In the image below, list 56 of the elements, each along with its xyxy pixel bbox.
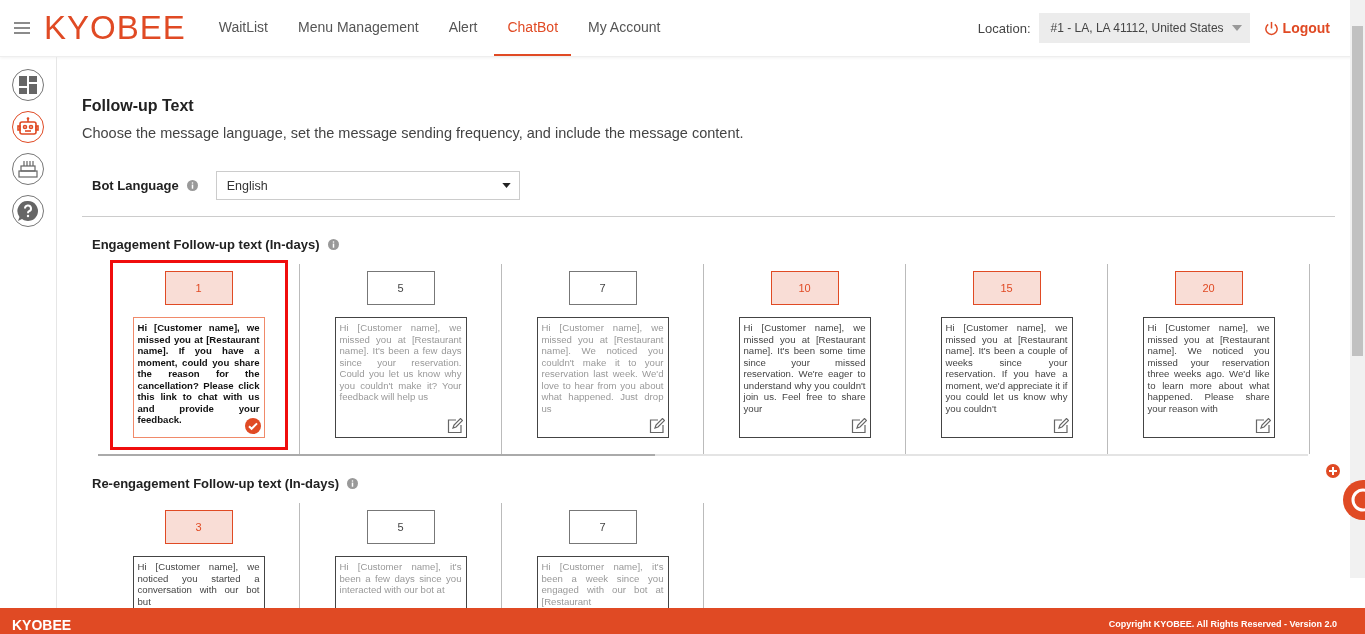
edit-icon[interactable]: [850, 418, 867, 434]
edit-icon[interactable]: [1052, 418, 1069, 434]
nav-tab[interactable]: My Account: [575, 0, 674, 56]
nav-tab[interactable]: ChatBot: [494, 0, 572, 56]
edit-icon[interactable]: [648, 418, 665, 434]
nav-tab[interactable]: Alert: [435, 0, 491, 56]
page-description: Choose the message language, set the message sending frequency, and include the message content.: [82, 125, 745, 141]
message-text: Hi [Customer name], we missed you at [Restaurant name]. We noticed you couldn't make it to your reservation last week. We'd love to hear from you about what happened. Just drop us: [541, 322, 664, 414]
footer-brand: KYOBEE: [12, 616, 72, 633]
day-button[interactable]: 7: [568, 510, 637, 544]
message-text: Hi [Customer name], we missed you at [Restaurant name]. It's been a couple of weeks since your reservation. If you have a moment, we'd appreciate it if you could let us know why you couldn't: [945, 322, 1068, 414]
message-text: Hi [Customer name], we missed you at [Restaurant name]. If you have a moment, could you share the reason for the cancellation? Please click this link to chat with us and provide your feedback.: [137, 322, 260, 426]
sidebar-button[interactable]: [12, 153, 44, 185]
edit-icon[interactable]: [446, 418, 463, 434]
menu-icon[interactable]: [14, 22, 30, 34]
message-text: Hi [Customer name], we missed you at [Restaurant name]. We noticed you missed your reservation three weeks ago. We'd like to learn more about what happened. Please share your reason with: [1147, 322, 1270, 414]
day-button[interactable]: 7: [568, 271, 637, 305]
sidebar-button[interactable]: [12, 111, 44, 143]
day-button[interactable]: 5: [366, 510, 435, 544]
page-title: Follow-up Text: [82, 97, 195, 115]
location-select[interactable]: #1 - LA, LA 41112, United States: [1038, 13, 1250, 43]
message-text: Hi [Customer name], we missed you at [Restaurant name]. It's been a few days since your reservation. Could you let us know why you couldn't make it? Your feedback will help us: [339, 322, 462, 403]
message-box[interactable]: Hi [Customer name], we missed you at [Restaurant name]. If you have a moment, could you share the reason for the cancellation? Please click this link to chat with us and provide your feedback.: [132, 317, 265, 438]
info-icon[interactable]: [186, 180, 198, 191]
copyright-text: Copyright KYOBEE. All Rights Reserved - Version 2.0: [1108, 618, 1337, 629]
day-button[interactable]: 5: [366, 271, 435, 305]
sidebar-button[interactable]: [12, 69, 44, 101]
horizontal-scrollbar[interactable]: [98, 454, 1308, 456]
logo: KYOBEE: [44, 9, 186, 47]
scrollbar[interactable]: [1350, 0, 1365, 578]
sidebar-button[interactable]: [12, 195, 44, 227]
message-box[interactable]: Hi [Customer name], we missed you at [Restaurant name]. It's been some time since your missed reservation. We're eager to understand why you couldn't join us. Feel free to share your: [738, 317, 871, 438]
bot-language-label: Bot Language: [92, 178, 179, 193]
message-box[interactable]: Hi [Customer name], we missed you at [Restaurant name]. It's been a couple of weeks since your reservation. If you have a moment, we'd appreciate it if you could let us know why you couldn't: [940, 317, 1073, 438]
language-select[interactable]: English: [215, 171, 520, 200]
section-title: Engagement Follow-up text (In-days): [92, 237, 320, 252]
message-text: Hi [Customer name], it's been a few days since you interacted with our bot at: [339, 561, 462, 596]
location-label: Location:: [977, 20, 1031, 36]
power-icon: [1263, 20, 1279, 36]
cake-icon: [18, 160, 38, 178]
info-icon[interactable]: [327, 239, 339, 250]
section-title: Re-engagement Follow-up text (In-days): [92, 476, 339, 491]
nav-tab[interactable]: WaitList: [205, 0, 281, 56]
nav-tab[interactable]: Menu Management: [285, 0, 432, 56]
info-icon[interactable]: [347, 478, 358, 489]
dashboard-icon: [19, 76, 37, 94]
message-box[interactable]: Hi [Customer name], we missed you at [Restaurant name]. We noticed you missed your reservation three weeks ago. We'd like to learn more about what happened. Please share your reason with: [1142, 317, 1275, 438]
robot-icon: [17, 117, 39, 137]
logout-button[interactable]: Logout: [1257, 19, 1336, 37]
help-icon: [17, 200, 39, 222]
check-icon: [244, 418, 261, 434]
message-text: Hi [Customer name], we missed you at [Restaurant name]. It's been some time since your missed reservation. We're eager to understand why you couldn't join us. Feel free to share your: [743, 322, 866, 414]
chat-widget-icon[interactable]: [1325, 462, 1365, 522]
edit-icon[interactable]: [1254, 418, 1271, 434]
caret-icon: [501, 183, 511, 188]
caret-icon: [1231, 25, 1242, 31]
